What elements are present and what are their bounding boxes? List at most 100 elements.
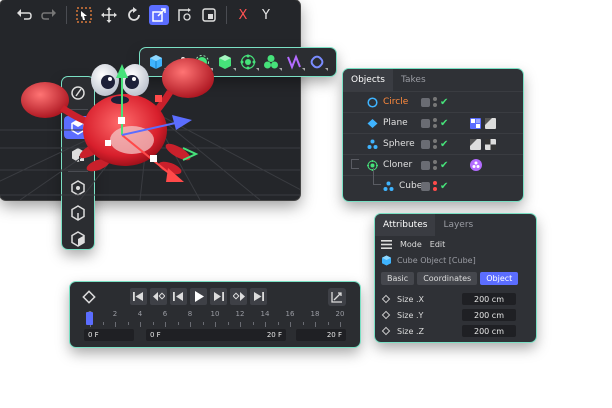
play-icon[interactable] — [190, 288, 207, 305]
curve-editor-icon[interactable] — [328, 288, 346, 306]
viewport-toolbar: X Y — [0, 0, 612, 30]
attributes-object-title: Cube Object [Cube] — [375, 252, 536, 269]
prop-label: Size .Z — [397, 326, 424, 336]
enabled-check-icon[interactable]: ✔ — [440, 118, 448, 129]
enabled-check-icon[interactable]: ✔ — [440, 160, 448, 171]
toolbar-divider — [66, 6, 67, 24]
keyframe-mode-icon[interactable] — [80, 288, 97, 305]
current-frame-range[interactable]: 0 F 20 F — [146, 329, 286, 341]
visibility-dots[interactable] — [433, 181, 437, 191]
next-frame-icon[interactable] — [210, 288, 227, 305]
tick-mark — [202, 322, 204, 325]
redo-icon[interactable] — [39, 5, 59, 25]
go-to-start-icon[interactable] — [130, 288, 147, 305]
transform-tool-icon[interactable] — [174, 5, 194, 25]
tick-mark — [277, 322, 279, 325]
keyframe-diamond-icon[interactable] — [381, 326, 391, 336]
objects-tabs: Objects Takes — [343, 69, 523, 91]
visibility-dots[interactable] — [433, 118, 437, 128]
size-y-field[interactable]: 200 cm — [462, 309, 516, 321]
tick-mark — [227, 322, 229, 325]
previous-frame-icon[interactable] — [170, 288, 187, 305]
tab-layers[interactable]: Layers — [435, 214, 481, 236]
timeline-panel: 02468101214161820 0 F 0 F 20 F 20 F — [70, 282, 360, 347]
tick-mark — [340, 322, 341, 327]
menu-mode[interactable]: Mode — [400, 240, 422, 249]
move-tool-icon[interactable] — [99, 5, 119, 25]
visibility-dots[interactable] — [433, 139, 437, 149]
hamburger-menu-icon[interactable] — [381, 239, 392, 249]
object-row-cloner[interactable]: Cloner ✔ — [343, 154, 523, 175]
object-row-circle[interactable]: Circle ✔ — [343, 91, 523, 112]
hierarchy-line — [351, 159, 359, 169]
objects-panel: Objects Takes Circle ✔ Plane ✔ Sphere ✔ … — [343, 69, 523, 201]
tick-mark — [215, 322, 216, 327]
layer-square[interactable] — [421, 181, 430, 191]
layer-square[interactable] — [421, 97, 430, 107]
object-name: Cloner — [383, 160, 413, 170]
layer-square[interactable] — [421, 118, 430, 128]
tick-mark — [302, 322, 304, 325]
tick-label: 2 — [112, 310, 118, 318]
previous-keyframe-icon[interactable] — [150, 288, 167, 305]
layer-square[interactable] — [421, 139, 430, 149]
keyframe-diamond-icon[interactable] — [381, 310, 391, 320]
subtab-basic[interactable]: Basic — [381, 271, 415, 285]
tab-objects[interactable]: Objects — [343, 69, 394, 91]
attributes-tabs: Attributes Layers — [375, 214, 536, 236]
object-row-cube[interactable]: Cube ✔ — [343, 168, 523, 196]
object-row-plane[interactable]: Plane ✔ — [343, 112, 523, 133]
texture-tag-icon[interactable] — [485, 117, 496, 129]
object-row-sphere[interactable]: Sphere ✔ — [343, 133, 523, 154]
size-z-field[interactable]: 200 cm — [462, 325, 516, 337]
coordinate-system-icon[interactable] — [199, 5, 219, 25]
prop-label: Size .Y — [397, 310, 424, 320]
menu-edit[interactable]: Edit — [430, 240, 446, 249]
checker-tag-icon[interactable] — [485, 138, 496, 150]
mograph-tag-icon[interactable] — [470, 159, 482, 171]
visibility-dots[interactable] — [433, 97, 437, 107]
layer-square[interactable] — [421, 160, 430, 170]
scale-tool-icon[interactable] — [149, 5, 169, 25]
tab-attributes[interactable]: Attributes — [375, 214, 436, 236]
subtab-coordinates[interactable]: Coordinates — [417, 271, 478, 285]
tick-mark — [240, 322, 241, 327]
enabled-check-icon[interactable]: ✔ — [440, 139, 448, 150]
tick-mark — [177, 322, 179, 325]
tick-mark — [265, 322, 266, 327]
timeline-ruler[interactable]: 02468101214161820 — [84, 310, 346, 328]
tick-label: 20 — [335, 310, 345, 318]
tick-mark — [140, 322, 141, 327]
go-to-end-icon[interactable] — [250, 288, 267, 305]
next-keyframe-icon[interactable] — [230, 288, 247, 305]
subtab-object[interactable]: Object — [480, 271, 519, 285]
polygons-mode-icon[interactable] — [66, 229, 90, 249]
select-tool-icon[interactable] — [74, 5, 94, 25]
size-x-field[interactable]: 200 cm — [462, 293, 516, 305]
object-title-text: Cube Object [Cube] — [397, 256, 476, 265]
rotate-tool-icon[interactable] — [124, 5, 144, 25]
visibility-dots[interactable] — [433, 160, 437, 170]
playhead-handle[interactable] — [86, 312, 93, 325]
cube-icon — [383, 181, 394, 191]
start-frame-field[interactable]: 0 F — [84, 329, 134, 341]
axis-x-toggle[interactable]: X — [234, 5, 252, 25]
viewport-scene — [0, 58, 300, 200]
end-frame-field[interactable]: 20 F — [296, 329, 346, 341]
enabled-check-icon[interactable]: ✔ — [440, 181, 448, 192]
edges-mode-icon[interactable] — [66, 203, 90, 223]
tab-takes[interactable]: Takes — [393, 69, 434, 91]
keyframe-diamond-icon[interactable] — [381, 294, 391, 304]
tick-mark — [165, 322, 166, 327]
axis-y-toggle[interactable]: Y — [257, 5, 275, 25]
transport-controls — [130, 288, 267, 305]
enabled-check-icon[interactable]: ✔ — [440, 97, 448, 108]
undo-icon[interactable] — [14, 5, 34, 25]
field-icon[interactable] — [307, 52, 327, 72]
tick-mark — [327, 322, 329, 325]
texture-tag-icon[interactable] — [470, 138, 481, 150]
material-tag-icon[interactable] — [470, 117, 481, 129]
viewport[interactable]: X Y — [0, 0, 300, 200]
tick-mark — [152, 322, 154, 325]
prop-label: Size .X — [397, 294, 424, 304]
